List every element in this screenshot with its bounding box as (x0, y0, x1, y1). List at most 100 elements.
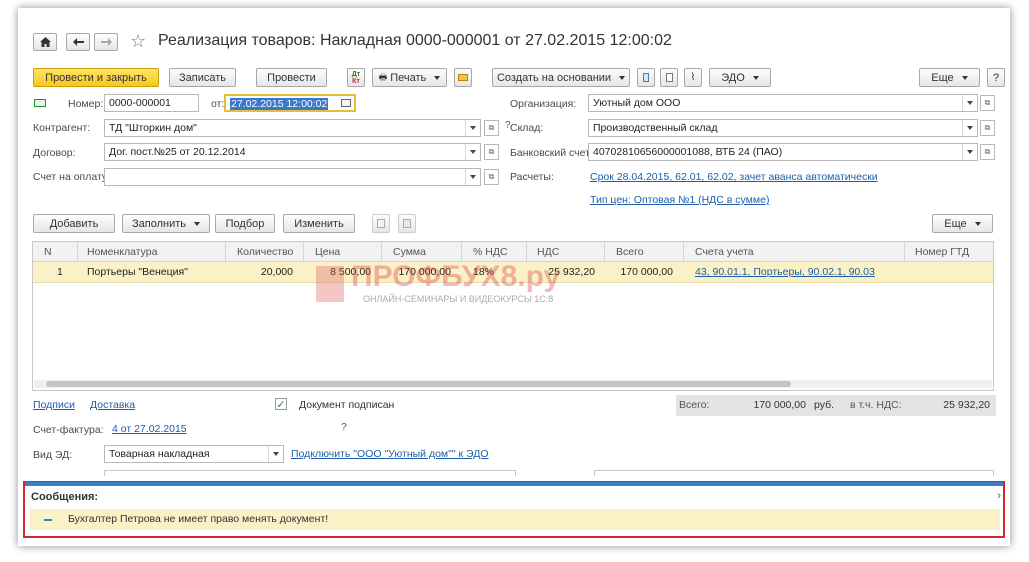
fill-label: Заполнить (131, 217, 186, 230)
add-row-button[interactable]: Добавить (33, 214, 115, 233)
organization-value: Уютный дом ООО (593, 97, 681, 109)
number-field[interactable]: 0000-000001 (104, 94, 199, 112)
ed-type-label: Вид ЭД: (33, 449, 73, 461)
settlements-label: Расчеты: (510, 171, 554, 183)
message-dash-icon (44, 519, 52, 521)
document-button[interactable] (660, 68, 678, 87)
back-button[interactable] (66, 33, 90, 51)
paste-icon (403, 219, 411, 228)
create-based-on-label: Создать на основании (496, 71, 612, 84)
help-button[interactable]: ? (987, 68, 1005, 87)
favorite-star-icon[interactable]: ☆ (130, 31, 146, 52)
column-header-total[interactable]: Всего (616, 246, 644, 258)
organization-field[interactable]: Уютный дом ООО (588, 94, 978, 112)
document-icon (665, 73, 673, 82)
column-header-n[interactable]: N (44, 246, 52, 258)
forward-button[interactable] (94, 33, 118, 51)
counterparty-open-icon[interactable]: ⧉ (484, 120, 499, 136)
home-button[interactable] (33, 33, 57, 51)
signed-checkbox[interactable]: ✓ (275, 398, 287, 411)
column-header-sum[interactable]: Сумма (393, 246, 426, 258)
change-button[interactable]: Изменить (283, 214, 355, 233)
column-header-gtd[interactable]: Номер ГТД (915, 246, 969, 258)
ed-type-dropdown[interactable] (268, 446, 283, 462)
horizontal-scrollbar[interactable] (34, 380, 992, 388)
settlements-link[interactable]: Срок 28.04.2015, 62.01, 62.02, зачет ава… (590, 171, 878, 183)
printer-icon: 🖶 (378, 71, 388, 82)
delivery-link[interactable]: Доставка (90, 399, 135, 411)
counterparty-field[interactable]: ТД "Шторкин дом" (104, 119, 481, 137)
invoice-pay-dropdown[interactable] (465, 169, 480, 185)
table-more-button[interactable]: Еще (932, 214, 993, 233)
message-text: Бухгалтер Петрова не имеет право менять … (68, 513, 329, 525)
bank-account-open-icon[interactable]: ⧉ (980, 144, 995, 160)
date-value: 27.02.2015 12:00:02 (230, 98, 329, 110)
copy-rows-button[interactable] (372, 214, 390, 233)
signers-link[interactable]: Подписи (33, 399, 75, 411)
more-button[interactable]: Еще (919, 68, 980, 87)
cell-total: 170 000,00 (620, 266, 673, 278)
calendar-icon[interactable] (341, 99, 351, 107)
cell-qty: 20,000 (260, 266, 293, 278)
watermark-logo (316, 266, 344, 302)
column-header-accounts[interactable]: Счета учета (695, 246, 754, 258)
fill-button[interactable]: Заполнить (122, 214, 210, 233)
contract-dropdown[interactable] (465, 144, 480, 160)
column-header-qty[interactable]: Количество (237, 246, 293, 258)
warehouse-dropdown[interactable] (962, 120, 977, 136)
contract-field[interactable]: Дог. пост.№25 от 20.12.2014 (104, 143, 481, 161)
attach-button[interactable]: ⌇ (684, 68, 702, 87)
contract-value: Дог. пост.№25 от 20.12.2014 (109, 146, 246, 158)
print-label: Печать (390, 71, 427, 84)
hidden-field-right (594, 470, 994, 476)
counterparty-label: Контрагент: (33, 122, 91, 134)
column-header-vat-rate[interactable]: % НДС (473, 246, 508, 258)
scrollbar-thumb[interactable] (46, 381, 791, 387)
email-button[interactable] (454, 68, 472, 87)
goods-table[interactable]: N Номенклатура Количество Цена Сумма % Н… (32, 241, 994, 391)
invoice-help-icon[interactable]: ? (341, 421, 347, 433)
home-icon (39, 37, 51, 47)
warehouse-field[interactable]: Производственный склад (588, 119, 978, 137)
column-header-price[interactable]: Цена (315, 246, 340, 258)
paste-rows-button[interactable] (398, 214, 416, 233)
organization-dropdown[interactable] (962, 95, 977, 111)
edo-button[interactable]: ЭДО (709, 68, 771, 87)
column-header-vat[interactable]: НДС (537, 246, 559, 258)
document-window: ☆ Реализация товаров: Накладная 0000-000… (18, 8, 1010, 546)
organization-open-icon[interactable]: ⧉ (980, 95, 995, 111)
create-based-on-button[interactable]: Создать на основании (492, 68, 630, 87)
bank-account-dropdown[interactable] (962, 144, 977, 160)
cell-accounts-link[interactable]: 43, 90.01.1, Портьеры, 90.02.1, 90.03 (695, 266, 875, 278)
totals-panel: Всего: 170 000,00 руб. в т.ч. НДС: 25 93… (676, 395, 996, 416)
dt-kt-button[interactable]: Дт Кт (347, 68, 365, 87)
save-button[interactable]: Записать (169, 68, 236, 87)
column-header-item[interactable]: Номенклатура (87, 246, 157, 258)
bank-account-field[interactable]: 40702810656000001088, ВТБ 24 (ПАО) (588, 143, 978, 161)
invoice-pay-open-icon[interactable]: ⧉ (484, 169, 499, 185)
contract-open-icon[interactable]: ⧉ (484, 144, 499, 160)
select-items-button[interactable]: Подбор (215, 214, 275, 233)
connect-edo-link[interactable]: Подключить "ООО "Уютный дом"" к ЭДО (291, 448, 489, 460)
messages-splitter[interactable] (25, 482, 1003, 486)
counterparty-dropdown[interactable] (465, 120, 480, 136)
bank-account-value: 40702810656000001088, ВТБ 24 (ПАО) (593, 146, 783, 158)
price-type-link[interactable]: Тип цен: Оптовая №1 (НДС в сумме) (590, 194, 769, 206)
message-item[interactable]: Бухгалтер Петрова не имеет право менять … (30, 509, 1000, 530)
date-field[interactable]: 27.02.2015 12:00:02 (224, 94, 356, 112)
arrow-right-icon (100, 38, 112, 46)
print-button[interactable]: 🖶 Печать (372, 68, 447, 87)
signed-label: Документ подписан (299, 399, 395, 411)
invoice-link[interactable]: 4 от 27.02.2015 (112, 423, 187, 435)
watermark-brand: ПРОФБУХ8.ру (351, 260, 561, 293)
post-and-close-button[interactable]: Провести и закрыть (33, 68, 159, 87)
messages-collapse-icon[interactable]: › (997, 490, 1001, 502)
warehouse-open-icon[interactable]: ⧉ (980, 120, 995, 136)
ed-type-field[interactable]: Товарная накладная (104, 445, 284, 463)
paperclip-icon: ⌇ (690, 72, 696, 83)
report-button[interactable] (637, 68, 655, 87)
post-button[interactable]: Провести (256, 68, 327, 87)
invoice-pay-field[interactable] (104, 168, 481, 186)
counterparty-value: ТД "Шторкин дом" (109, 122, 197, 134)
date-label: от: (211, 98, 225, 110)
